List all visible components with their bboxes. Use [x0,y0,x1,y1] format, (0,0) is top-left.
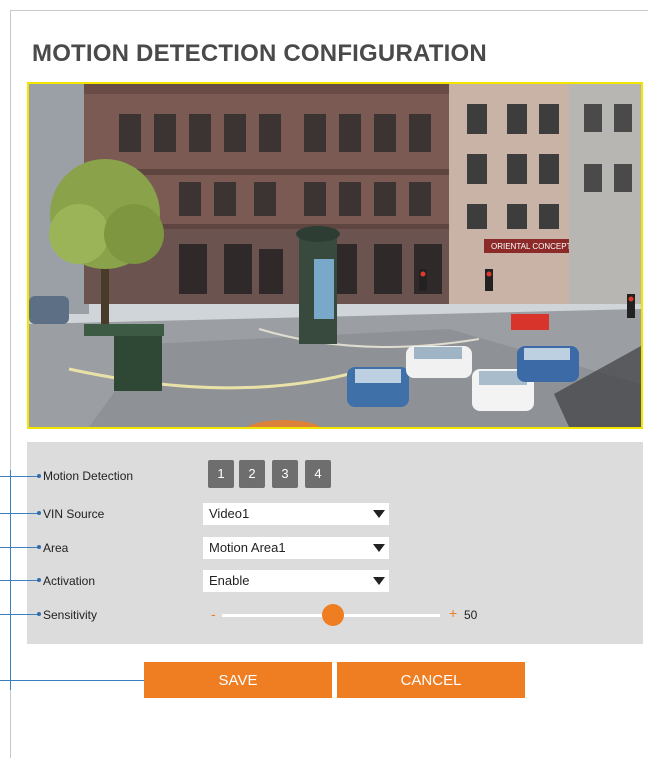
callout-dot-activation [37,578,41,582]
activation-label: Activation [43,574,96,588]
callout-dot-area [37,545,41,549]
sensitivity-value: 50 [464,608,478,622]
save-button[interactable]: SAVE [144,662,332,698]
motion-area-4-button[interactable]: 4 [305,460,331,488]
motion-area-2-button[interactable]: 2 [239,460,265,488]
area-label: Area [43,541,69,555]
motion-detection-label: Motion Detection [43,469,134,483]
vin-source-value: Video1 [209,506,250,521]
street-scene-image: ORIENTAL CONCEPTS [29,84,641,427]
motion-area-1-button[interactable]: 1 [208,460,234,488]
camera-live-view[interactable]: ORIENTAL CONCEPTS [27,82,643,429]
page-title: MOTION DETECTION CONFIGURATION [32,40,487,67]
callout-motion-detection [0,476,38,477]
area-value: Motion Area1 [209,540,286,555]
activation-select[interactable]: Enable [203,570,389,592]
callout-dot-sensitivity [37,612,41,616]
sensitivity-increase-button[interactable]: + [449,605,457,621]
motion-area-3-button[interactable]: 3 [272,460,298,488]
vin-source-label: VIN Source [43,507,105,521]
sensitivity-decrease-button[interactable]: - [211,606,216,622]
callout-vin-source [0,513,38,514]
callout-activation [0,580,38,581]
chevron-down-icon [373,510,385,518]
callout-sensitivity [0,614,38,615]
vin-source-select[interactable]: Video1 [203,503,389,525]
callout-dot-motion-detection [37,474,41,478]
chevron-down-icon [373,577,385,585]
shop-sign-text: ORIENTAL CONCEPTS [491,242,577,251]
area-select[interactable]: Motion Area1 [203,537,389,559]
callout-area [0,547,38,548]
callout-dot-vin-source [37,511,41,515]
sensitivity-slider-handle[interactable] [322,604,344,626]
sensitivity-label: Sensitivity [43,608,98,622]
frame-top-border [10,10,648,11]
activation-value: Enable [209,573,250,588]
cancel-button[interactable]: CANCEL [337,662,525,698]
chevron-down-icon [373,544,385,552]
